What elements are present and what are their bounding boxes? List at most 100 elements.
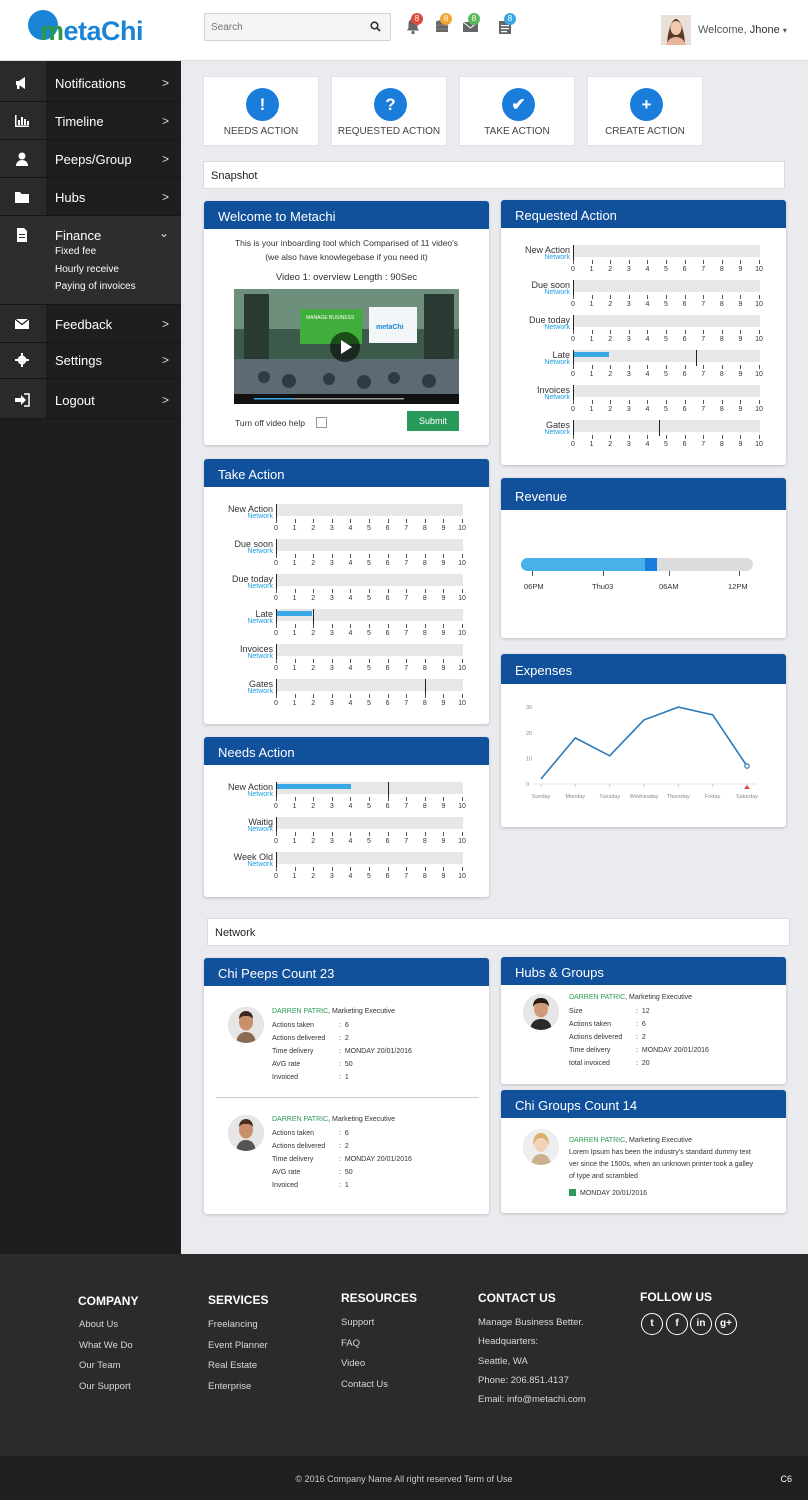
tick-label: 5 [367,560,371,567]
tick-mark [387,694,389,698]
footer-link-faq[interactable]: FAQ [341,1338,360,1349]
tick-label: 8 [422,630,427,637]
google-plus-icon[interactable]: g+ [715,1313,737,1335]
envelope-icon[interactable]: 8 [462,13,480,37]
bar-axis [573,280,574,296]
tick-mark [647,330,649,334]
person-avatar[interactable] [523,1129,559,1165]
submit-button[interactable]: Submit [407,411,459,431]
tick-mark [369,832,370,836]
bar-row: Gates Network 0 1 2 3 4 5 6 7 8 9 10 [247,679,536,714]
submenu-fixed-fee[interactable]: Fixed fee [55,246,96,257]
footer-link-enterprise[interactable]: Enterprise [208,1381,251,1392]
person-avatar[interactable] [228,1007,264,1043]
field-label: Invoiced [272,1182,299,1189]
tick-label: 9 [441,525,446,532]
person-name[interactable]: DARREN PATRIC [272,1116,328,1123]
footer-link-what-we-do[interactable]: What We Do [79,1340,133,1351]
revenue-handle[interactable] [644,558,657,571]
linkedin-icon[interactable]: in [690,1313,712,1335]
sidebar-item-finance[interactable]: Finance ⌄ Fixed fee Hourly receive Payin… [0,216,181,305]
needs-action-button[interactable]: ! NEEDS ACTION [203,76,319,146]
sidebar-item-logout[interactable]: Logout > [0,381,181,419]
search-icon[interactable] [370,21,381,32]
footer-link-contact-us[interactable]: Contact Us [341,1379,388,1390]
footer-link-real-estate[interactable]: Real Estate [208,1360,257,1371]
footer-link-event-planner[interactable]: Event Planner [208,1340,268,1351]
tick-mark [313,797,315,801]
chevron-right-icon: > [161,393,169,407]
requested-action-button[interactable]: ? REQUESTED ACTION [331,76,447,146]
tick-mark [443,832,445,836]
person-avatar[interactable] [523,994,559,1030]
card-title: Requested Action [501,200,786,228]
sidebar-item-timeline[interactable]: Timeline > [0,102,181,140]
sidebar-item-settings[interactable]: Settings > [0,341,181,379]
create-action-button[interactable]: + CREATE ACTION [587,76,703,146]
chevron-right-icon: > [161,152,169,166]
footer-link-video[interactable]: Video [341,1358,365,1369]
footer-link-about-us[interactable]: About Us [79,1319,118,1330]
tick-label: 7 [701,266,706,273]
submenu-paying-invoices[interactable]: Paying of invoices [55,281,136,292]
search-input[interactable] [205,14,365,40]
person-avatar[interactable] [228,1115,264,1151]
footer-link-support[interactable]: Support [341,1317,374,1328]
tick-label: 6 [385,525,390,532]
bar-ticks: 0 1 2 3 4 5 6 7 8 9 10 [274,694,466,714]
tick-label: 6 [385,665,390,672]
snapshot-field[interactable]: Snapshot [203,161,785,189]
tick-mark [703,365,705,369]
footer-heading-services: SERVICES [208,1293,269,1307]
video-help-checkbox[interactable] [316,417,327,428]
facebook-icon[interactable]: f [666,1313,688,1335]
submenu-hourly-receive[interactable]: Hourly receive [55,264,119,275]
revenue-card: Revenue 06PM Thu03 06AM 12PM [501,478,786,638]
tick-label: 10 [458,560,466,567]
tick-mark [424,832,426,836]
play-button[interactable] [330,332,360,362]
bar-sublabel: Network [247,583,273,590]
field-value: 2 [344,1035,349,1042]
bar-track [573,420,760,436]
sidebar-item-notifications[interactable]: Notifications > [0,64,181,102]
video-player[interactable]: MANAGE BUSINESS metaChi [234,289,459,404]
field-label: Time delivery [569,1047,611,1054]
twitter-icon[interactable]: t [641,1313,663,1335]
person-details: DARREN PATRIC, Marketing Executive Size:… [569,994,709,1067]
sidebar-item-feedback[interactable]: Feedback > [0,305,181,343]
footer-link-our-team[interactable]: Our Team [79,1360,121,1371]
sidebar-item-hubs[interactable]: Hubs > [0,178,181,216]
contact-city: Seattle, WA [478,1356,528,1367]
x-tick-label: Monday [566,794,586,800]
sidebar-item-peeps-group[interactable]: Peeps/Group > [0,140,181,178]
tick-label: 1 [292,838,297,845]
tick-mark [276,694,277,698]
welcome-text-line2: (we also have knowlegebase if you need i… [265,252,428,262]
coins-icon[interactable]: 8 [434,13,452,37]
metachi-logo[interactable]: metaChi [28,10,148,50]
action-label: NEEDS ACTION [223,126,299,137]
contact-tagline: Manage Business Better. [478,1317,584,1328]
tick-mark [331,797,333,801]
person-name[interactable]: DARREN PATRIC [569,1137,625,1144]
bar-track [276,574,463,590]
tick-label: 9 [441,665,446,672]
tick-label: 3 [626,301,631,308]
notification-count-badge: 8 [411,13,423,25]
tick-label: 10 [755,441,763,448]
person-name[interactable]: DARREN PATRIC [272,1008,328,1015]
footer-link-freelancing[interactable]: Freelancing [208,1319,258,1330]
contact-email[interactable]: Email: info@metachi.com [478,1394,586,1405]
tick-mark [443,694,445,698]
take-action-button[interactable]: ✔ TAKE ACTION [459,76,575,146]
tick-label: 5 [664,406,668,413]
tick-label: 2 [311,700,316,707]
clipboard-icon[interactable]: 8 [498,13,516,37]
person-name[interactable]: DARREN PATRIC [569,994,625,1001]
tick-label: 1 [589,406,594,413]
bell-icon[interactable]: 8 [405,13,423,37]
network-field[interactable]: Network [207,918,790,946]
field-label: AVG rate [272,1169,301,1176]
footer-link-our-support[interactable]: Our Support [79,1381,131,1392]
